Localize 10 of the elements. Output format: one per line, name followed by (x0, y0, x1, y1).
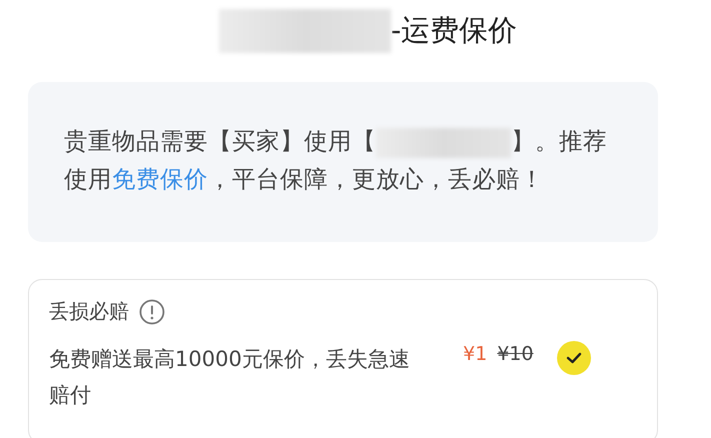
option-description: 免费赠送最高10000元保价，丢失急速赔付 (49, 346, 411, 409)
check-icon (566, 351, 582, 365)
price: ¥1 (463, 343, 488, 365)
info-icon[interactable] (139, 298, 165, 324)
page-title: -运费保价 (390, 12, 518, 49)
option-title: 丢损必赔 (49, 298, 129, 325)
original-price: ¥10 (497, 343, 534, 365)
checkbox[interactable] (557, 341, 592, 375)
option-card[interactable]: 丢损必赔 免费赠送最高10000元保价，丢失急速赔付 ¥1 ¥10 (28, 279, 658, 438)
notice-text: 贵重物品需要【买家】使用【 】。推荐使用免费保价，平台保障，更放心，丢必赔！ (64, 126, 608, 195)
